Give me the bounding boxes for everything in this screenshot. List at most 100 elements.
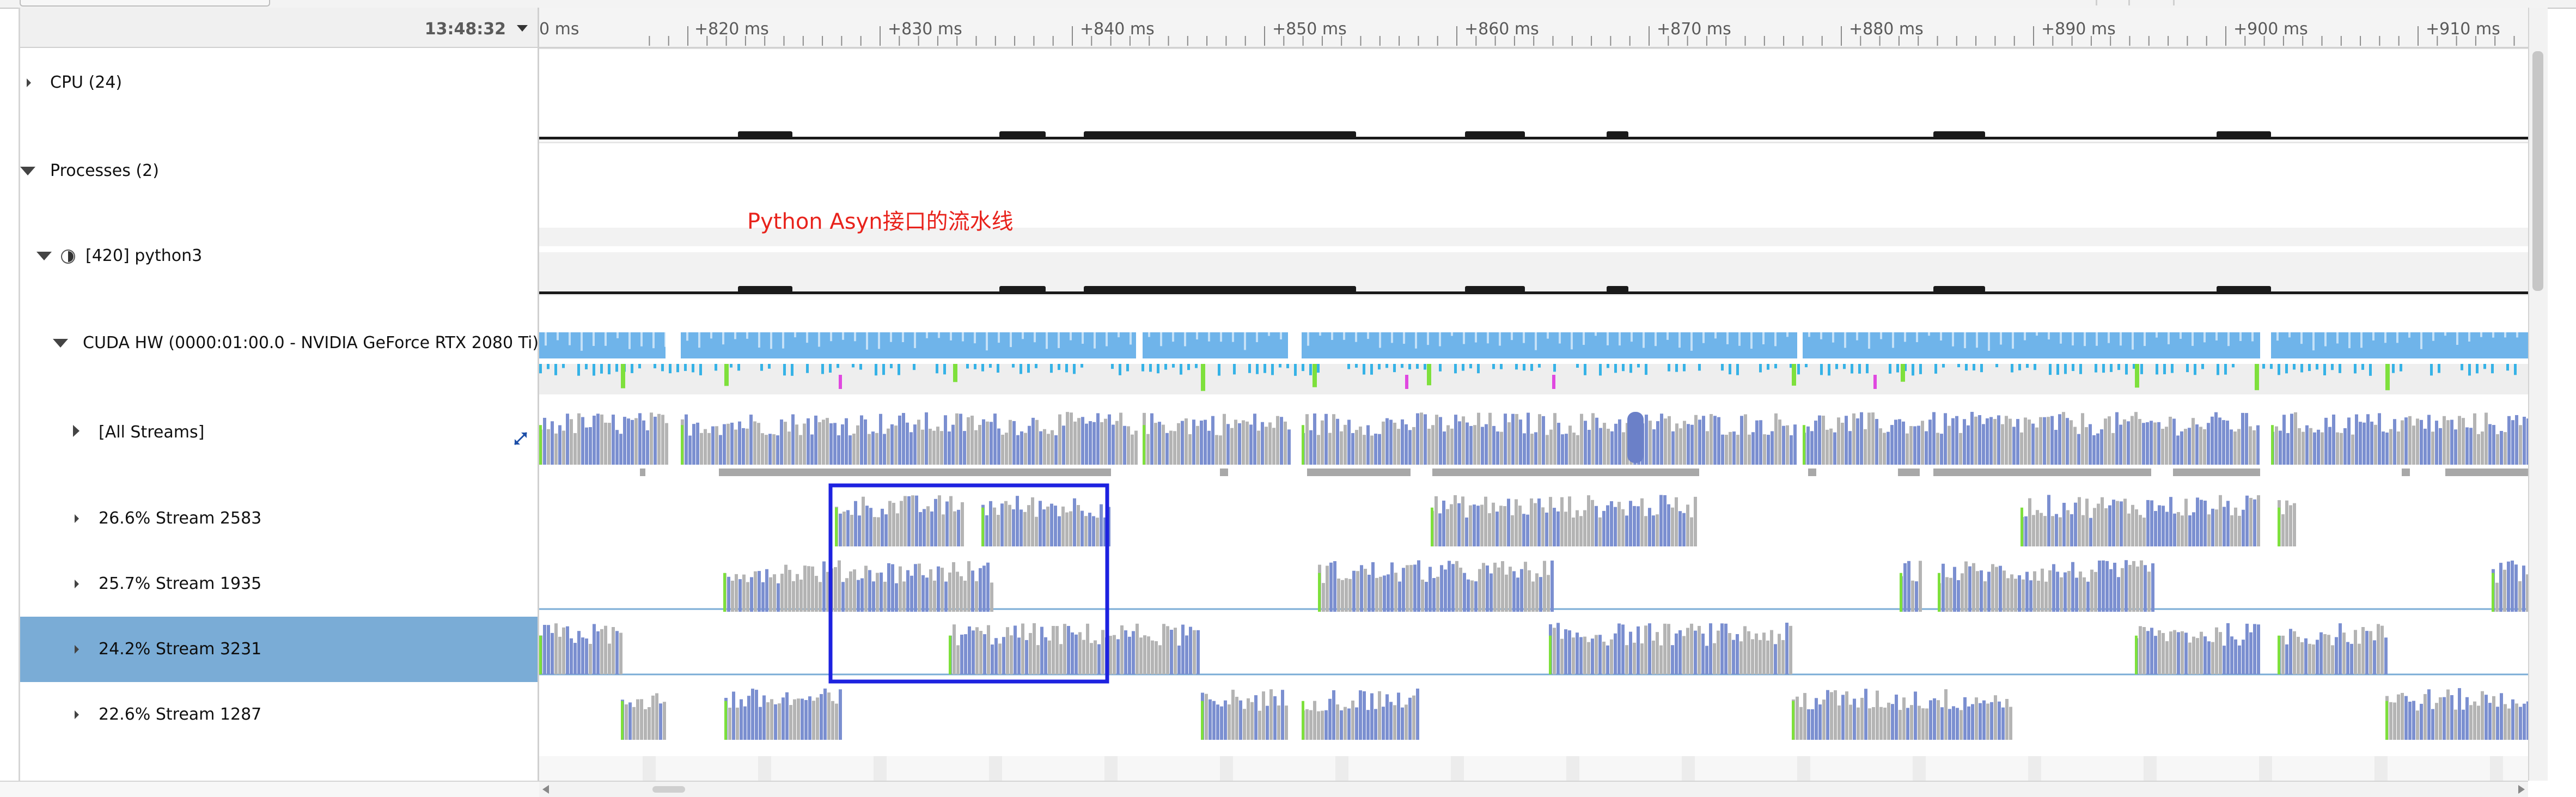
cuda-gap (2480, 332, 2482, 337)
tree-row-cuda-hw[interactable]: CUDA HW (0000:01:00.0 - NVIDIA GeForce R… (20, 324, 538, 367)
timeline-tracks[interactable] (539, 48, 2528, 781)
kernel-bar (1907, 561, 1910, 612)
tree-label-cuda-hw: CUDA HW (0000:01:00.0 - NVIDIA GeForce R… (83, 333, 538, 352)
kernel-bar (747, 696, 750, 740)
tree-row-processes[interactable]: Processes (2) (20, 149, 538, 193)
kernel-bar (1918, 705, 1921, 740)
kernel-bar (2200, 500, 2203, 546)
tree-row-stream-1287[interactable]: 22.6% Stream 1287 (20, 682, 538, 747)
kernel-bar (914, 564, 917, 612)
kernel-bar (1694, 630, 1697, 674)
row-divider (539, 142, 2528, 143)
horizontal-scrollbar-thumb[interactable] (652, 786, 685, 793)
kernel-bar (1789, 625, 1792, 674)
kernel-bar (873, 517, 876, 546)
tree-row-all-streams[interactable]: [All Streams] (20, 406, 538, 461)
kernel-bar (1075, 634, 1078, 674)
cpu-activity (1236, 286, 1296, 293)
kernel-start-marker (949, 635, 951, 674)
kernel-bar (1686, 504, 1689, 546)
vertical-scrollbar[interactable] (2528, 8, 2548, 781)
kernel-bar (1042, 509, 1046, 546)
cuda-gap (2012, 332, 2014, 349)
time-ruler[interactable]: 0 ms +820 ms +830 ms +840 ms +850 ms +86… (539, 8, 2528, 48)
kernel-bar (1484, 496, 1487, 546)
kernel-bar (1675, 423, 1678, 465)
kernel-bar (1598, 517, 1602, 546)
kernel-start-marker (681, 425, 683, 465)
kernel-bar (727, 576, 730, 612)
kernel-bar (661, 415, 664, 465)
kernel-bar (963, 431, 966, 465)
lane-tick (2144, 756, 2157, 781)
triangle-right-icon[interactable] (75, 710, 79, 719)
triangle-down-icon[interactable] (36, 252, 52, 260)
kernel-bar (1504, 413, 1507, 465)
triangle-down-icon[interactable] (53, 339, 68, 348)
kernel-bar (577, 413, 581, 465)
kernel-bar (1512, 571, 1516, 612)
cuda-marker (2385, 364, 2390, 391)
kernel-bar (1732, 431, 1736, 465)
tree-row-stream-3231[interactable]: 24.2% Stream 3231 (20, 617, 538, 682)
kernel-bar (1389, 702, 1393, 740)
start-time-clock[interactable]: 13:48:32 (425, 20, 506, 39)
kernel-bar (562, 627, 565, 674)
kernel-bar (2504, 704, 2507, 740)
kernel-bar (659, 703, 662, 740)
kernel-bar (1023, 512, 1027, 546)
cuda-gap (2312, 332, 2315, 351)
triangle-right-icon[interactable] (73, 425, 80, 437)
kernel-bar (2443, 416, 2446, 465)
tree-header: 13:48:32 (20, 8, 538, 48)
kernel-bar (789, 705, 792, 740)
kernel-bar (1833, 432, 1836, 465)
cuda-memop (1515, 364, 1518, 370)
kernel-bar (2165, 512, 2169, 546)
timeline-canvas[interactable]: Python Asyn接口的流水线 (539, 48, 2528, 781)
kernel-bar (2522, 565, 2525, 612)
tree-row-python-process[interactable]: [420] python3 (20, 236, 538, 280)
triangle-down-icon[interactable] (20, 167, 35, 175)
tree-label-stream: 25.7% Stream 1935 (99, 574, 262, 593)
triangle-right-icon[interactable] (27, 78, 31, 87)
kernel-bar (1974, 416, 1977, 465)
kernel-bar (2237, 429, 2241, 465)
kernel-bar (1405, 704, 1408, 740)
kernel-bar (2196, 497, 2199, 546)
scroll-right-icon[interactable] (2518, 785, 2525, 794)
kernel-bar (904, 496, 907, 546)
kernel-bar (615, 430, 619, 465)
kernel-bar (1378, 434, 1381, 465)
scroll-left-icon[interactable] (542, 785, 549, 794)
kernel-bar (1698, 419, 1701, 465)
kernel-bar (2323, 634, 2327, 674)
kernel-bar (833, 423, 837, 465)
dropdown-caret-icon[interactable] (517, 25, 528, 32)
kernel-bar (938, 495, 941, 546)
kernel-bar (900, 501, 903, 546)
kernel-bar (2458, 416, 2461, 465)
toolbar-tab[interactable] (20, 0, 270, 7)
kernel-bar (2083, 577, 2086, 612)
kernel-bar (1751, 639, 1754, 674)
cpu-activity (1933, 286, 1985, 293)
kernel-bar (884, 514, 888, 546)
tree-row-stream-1935[interactable]: 25.7% Stream 1935 (20, 551, 538, 617)
kernel-bar (2355, 414, 2358, 465)
tree-row-stream-2583[interactable]: 26.6% Stream 2583 (20, 486, 538, 551)
kernel-bar (2070, 514, 2073, 546)
triangle-right-icon[interactable] (75, 580, 79, 588)
triangle-right-icon[interactable] (75, 645, 79, 654)
kernel-bar (2389, 429, 2392, 465)
kernel-bar (1576, 435, 1579, 465)
kernel-bar (2507, 416, 2511, 465)
kernel-bar (1231, 690, 1235, 740)
horizontal-scrollbar[interactable] (539, 781, 2528, 797)
kernel-bar (2285, 644, 2288, 674)
kernel-bar (1622, 432, 1625, 465)
tree-row-cpu[interactable]: CPU (24) (20, 56, 538, 110)
vertical-scrollbar-thumb[interactable] (2532, 51, 2543, 291)
expand-arrows-icon[interactable] (511, 429, 530, 448)
triangle-right-icon[interactable] (75, 514, 79, 523)
